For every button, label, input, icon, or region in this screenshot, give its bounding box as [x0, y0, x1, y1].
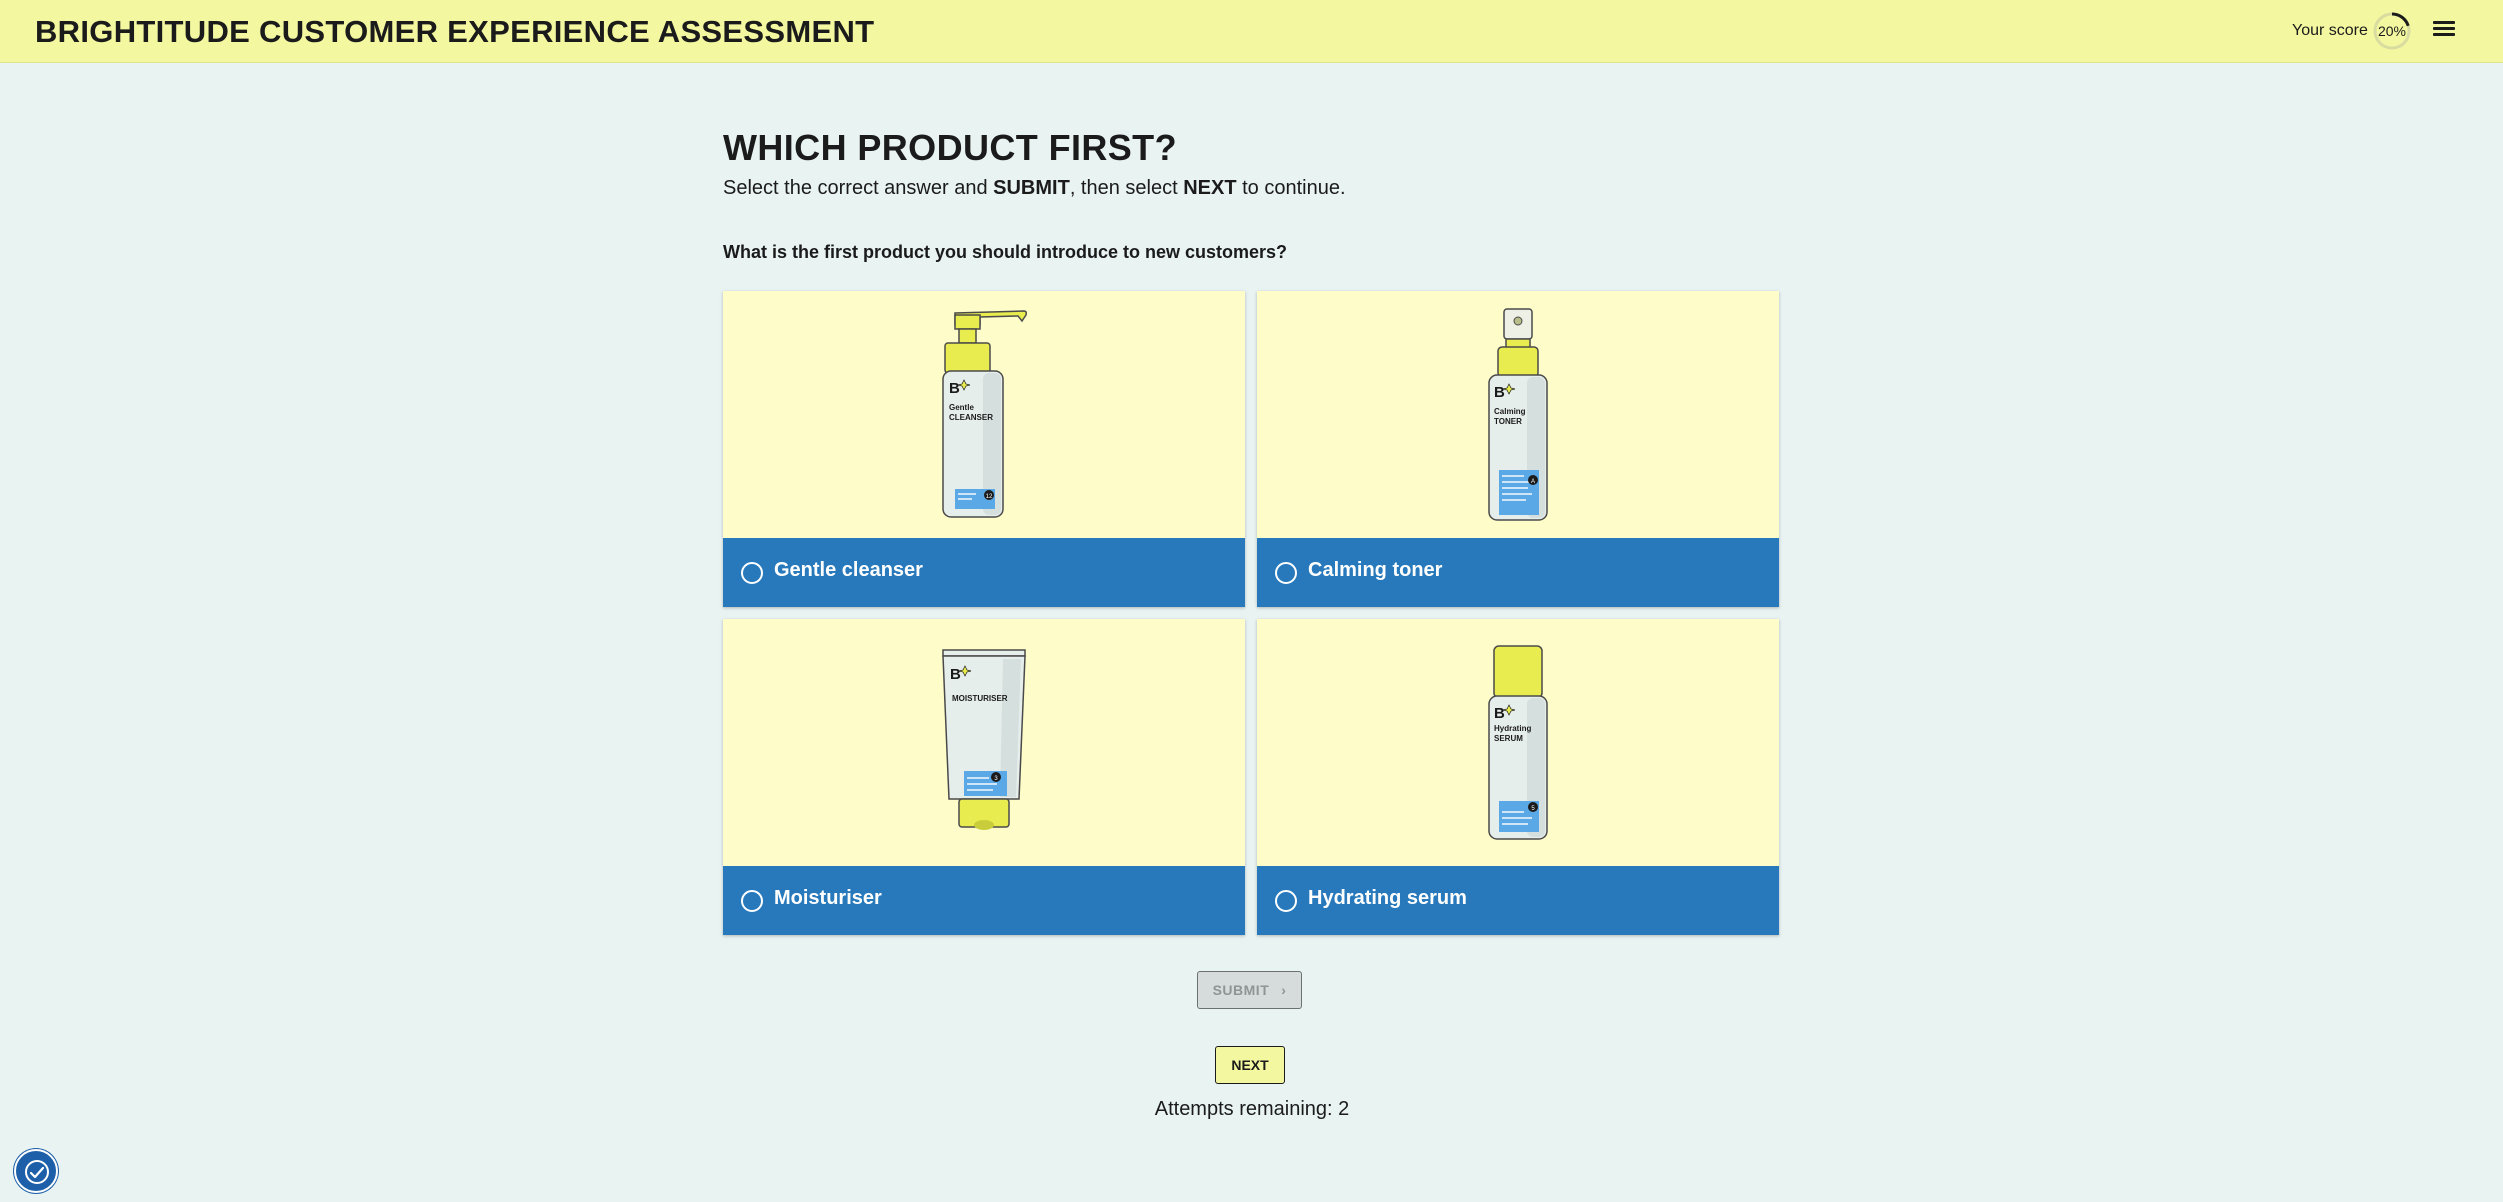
svg-text:Calming: Calming: [1494, 407, 1526, 416]
radio-button[interactable]: [1275, 890, 1297, 912]
score-progress-ring: 20%: [2372, 11, 2412, 51]
option-bar[interactable]: Moisturiser: [723, 866, 1245, 935]
moisturiser-tube-icon: B MOISTURISER 3: [942, 649, 1026, 830]
toner-bottle-icon: B Calming TONER A: [1488, 308, 1548, 521]
page-title: WHICH PRODUCT FIRST?: [723, 127, 1177, 168]
product-image-toner: B Calming TONER A: [1257, 291, 1779, 538]
accessibility-icon[interactable]: [14, 1149, 58, 1193]
hamburger-menu-icon[interactable]: [2428, 18, 2460, 44]
option-card-hydrating-serum[interactable]: B Hydrating SERUM 5 Hydrating serum: [1257, 619, 1779, 935]
option-bar[interactable]: Gentle cleanser: [723, 538, 1245, 607]
svg-text:Gentle: Gentle: [949, 403, 974, 412]
option-card-calming-toner[interactable]: B Calming TONER A Calming toner: [1257, 291, 1779, 607]
question-prompt: What is the first product you should int…: [723, 242, 1288, 262]
option-bar[interactable]: Hydrating serum: [1257, 866, 1779, 935]
option-label: Moisturiser: [774, 887, 882, 909]
top-bar: BRIGHTITUDE CUSTOMER EXPERIENCE ASSESSME…: [0, 0, 2503, 63]
option-label: Gentle cleanser: [774, 559, 923, 581]
svg-text:B: B: [949, 380, 960, 397]
radio-button[interactable]: [741, 562, 763, 584]
option-bar[interactable]: Calming toner: [1257, 538, 1779, 607]
option-label: Calming toner: [1308, 559, 1443, 581]
option-card-moisturiser[interactable]: B MOISTURISER 3 Moisturiser: [723, 619, 1245, 935]
svg-text:B: B: [1494, 705, 1505, 722]
svg-text:Hydrating: Hydrating: [1494, 724, 1531, 733]
svg-text:12: 12: [986, 494, 993, 500]
svg-text:SERUM: SERUM: [1494, 734, 1523, 743]
score-label: Your score: [2292, 22, 2368, 39]
svg-text:CLEANSER: CLEANSER: [949, 413, 993, 422]
svg-text:TONER: TONER: [1494, 417, 1522, 426]
product-image-moisturiser: B MOISTURISER 3: [723, 619, 1245, 866]
svg-text:B: B: [950, 666, 961, 683]
submit-label: SUBMIT: [1212, 982, 1270, 998]
submit-button[interactable]: SUBMIT ›: [1197, 971, 1302, 1009]
score-value: 20%: [2377, 23, 2407, 39]
svg-text:MOISTURISER: MOISTURISER: [952, 694, 1008, 703]
radio-button[interactable]: [1275, 562, 1297, 584]
product-image-serum: B Hydrating SERUM 5: [1257, 619, 1779, 866]
attempts-remaining: Attempts remaining: 2: [1154, 1098, 1350, 1120]
instructions-text: Select the correct answer and SUBMIT, th…: [723, 177, 1346, 199]
option-card-gentle-cleanser[interactable]: B Gentle CLEANSER 12 Gentle cleanser: [723, 291, 1245, 607]
product-image-cleanser: B Gentle CLEANSER 12: [723, 291, 1245, 538]
accessibility-glyph: [25, 1160, 49, 1184]
serum-bottle-icon: B Hydrating SERUM 5: [1488, 645, 1548, 840]
radio-button[interactable]: [741, 890, 763, 912]
svg-text:A: A: [1531, 479, 1535, 485]
app-title: BRIGHTITUDE CUSTOMER EXPERIENCE ASSESSME…: [35, 14, 875, 49]
next-button[interactable]: NEXT: [1215, 1046, 1285, 1084]
chevron-right-icon: ›: [1281, 982, 1287, 998]
option-label: Hydrating serum: [1308, 887, 1467, 909]
svg-text:B: B: [1494, 384, 1505, 401]
cleanser-bottle-icon: B Gentle CLEANSER 12: [942, 310, 1027, 518]
